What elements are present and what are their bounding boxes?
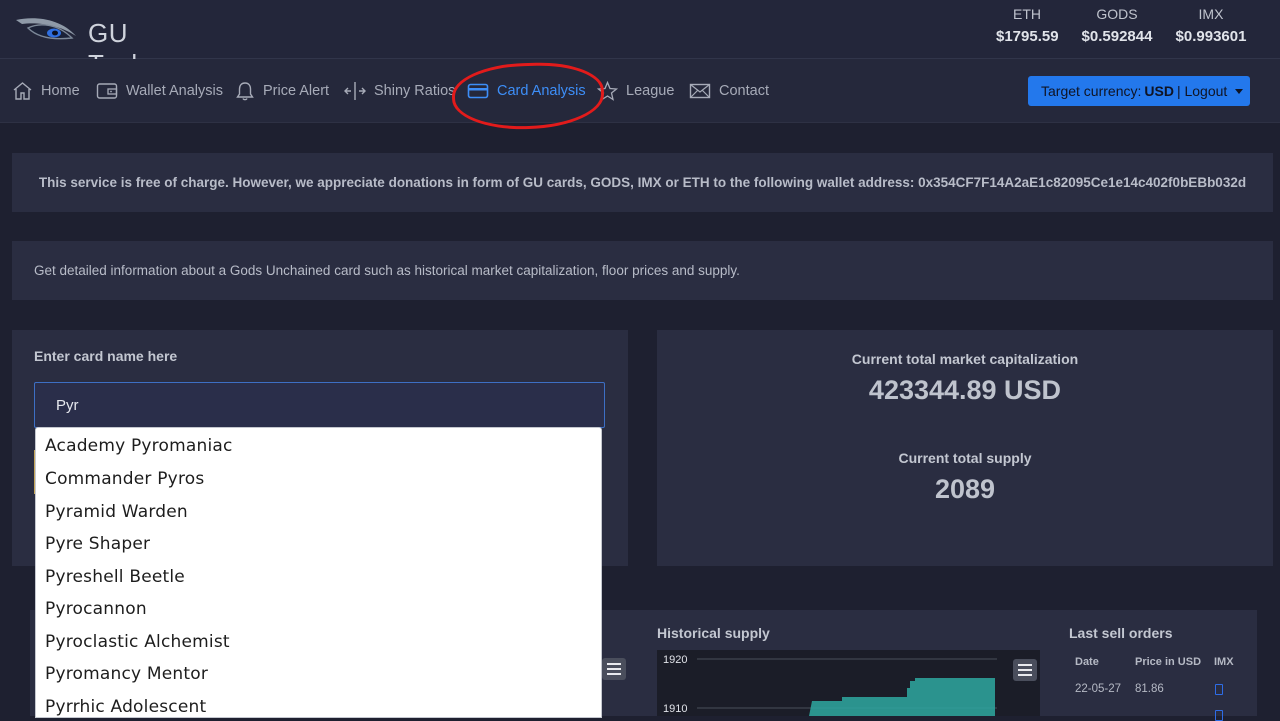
donation-text: This service is free of charge. However,… [38, 175, 1247, 190]
y-tick-1910: 1910 [663, 703, 687, 715]
card-search-input[interactable] [34, 382, 605, 428]
nav-league[interactable]: League [597, 79, 674, 103]
imx-link-icon[interactable] [1215, 684, 1223, 695]
historical-supply-title: Historical supply [657, 625, 770, 641]
app-logo[interactable]: GU Tools [14, 8, 194, 79]
mail-icon [689, 83, 711, 99]
eth-price-value: $1795.59 [996, 28, 1059, 45]
orders-header-price: Price in USD [1135, 656, 1202, 668]
nav-home[interactable]: Home [12, 79, 80, 103]
imx-price-label: IMX [1198, 6, 1224, 22]
home-icon [13, 82, 32, 100]
info-banner: Get detailed information about a Gods Un… [12, 241, 1273, 300]
logout-label: | Logout [1176, 83, 1228, 99]
suggestion-item[interactable]: Pyrocannon [45, 599, 147, 619]
suggestion-item[interactable]: Pyrrhic Adolescent [45, 697, 206, 717]
supply-label: Current total supply [898, 450, 1032, 466]
nav-wallet-analysis-label: Wallet Analysis [126, 83, 223, 99]
star-icon [597, 81, 618, 101]
historical-supply-svg: 1920 1910 [663, 654, 997, 716]
supply-value: 2089 [934, 474, 996, 504]
imx-price-value: $0.993601 [1175, 28, 1247, 45]
nav-contact[interactable]: Contact [689, 79, 769, 103]
orders-title: Last sell orders [1069, 625, 1173, 641]
chart-menu-button[interactable] [602, 658, 626, 680]
supply-chart-menu-button[interactable] [1013, 659, 1037, 681]
card-icon [467, 83, 489, 99]
order-row-date: 22-05-27 [1075, 683, 1122, 695]
supply-area-series [809, 678, 995, 716]
nav-card-analysis[interactable]: Card Analysis [467, 79, 586, 103]
nav-shiny-ratios[interactable]: Shiny Ratios [344, 79, 455, 103]
nav-wallet-analysis[interactable]: Wallet Analysis [96, 79, 223, 103]
suggestion-item[interactable]: Academy Pyromaniac [45, 436, 233, 456]
nav-shiny-ratios-label: Shiny Ratios [374, 83, 456, 99]
gods-price: GODS $0.592844 [1081, 6, 1153, 45]
nav-price-alert-label: Price Alert [263, 83, 330, 99]
autocomplete-dropdown: Academy Pyromaniac Commander Pyros Pyram… [35, 427, 602, 718]
nav-home-label: Home [41, 83, 80, 99]
eth-price-label: ETH [1013, 6, 1041, 22]
info-text: Get detailed information about a Gods Un… [34, 263, 740, 278]
eye-logo-icon [16, 18, 76, 40]
target-currency-button[interactable]: Target currency: USD | Logout [1028, 76, 1250, 106]
suggestion-item[interactable]: Pyroclastic Alchemist [45, 632, 230, 652]
orders-header-imx: IMX [1214, 656, 1234, 668]
nav-league-label: League [626, 83, 675, 99]
suggestion-item[interactable]: Pyramid Warden [45, 502, 188, 522]
top-header: GU Tools ETH $1795.59 GODS $0.592844 IMX… [0, 0, 1280, 79]
arrows-icon [344, 82, 366, 100]
suggestion-item[interactable]: Pyromancy Mentor [45, 664, 208, 684]
eth-price: ETH $1795.59 [996, 6, 1059, 45]
suggestion-item[interactable]: Pyreshell Beetle [45, 567, 185, 587]
card-stats-panel: Current total market capitalization 4233… [657, 330, 1273, 566]
nav-price-alert[interactable]: Price Alert [235, 79, 329, 103]
suggestion-item[interactable]: Commander Pyros [45, 469, 204, 489]
market-cap-value: 423344.89 USD [868, 375, 1062, 405]
search-label: Enter card name here [34, 348, 178, 364]
gods-price-label: GODS [1096, 6, 1138, 22]
bell-icon [236, 82, 254, 101]
market-cap-label: Current total market capitalization [851, 351, 1079, 367]
chevron-down-icon [1235, 88, 1244, 94]
nav-contact-label: Contact [719, 83, 769, 99]
historical-supply-chart: 1920 1910 [657, 650, 1040, 716]
donation-banner: This service is free of charge. However,… [12, 153, 1273, 212]
imx-price: IMX $0.993601 [1175, 6, 1247, 45]
suggestion-item[interactable]: Pyre Shaper [45, 534, 150, 554]
currency-value: USD [1144, 83, 1174, 99]
wallet-icon [96, 83, 118, 99]
orders-header-date: Date [1075, 656, 1099, 668]
currency-prefix: Target currency: [1041, 83, 1142, 99]
nav-card-analysis-label: Card Analysis [497, 83, 586, 99]
gods-price-value: $0.592844 [1081, 28, 1153, 45]
y-tick-1920: 1920 [663, 654, 687, 666]
order-row-price: 81.86 [1135, 683, 1164, 695]
